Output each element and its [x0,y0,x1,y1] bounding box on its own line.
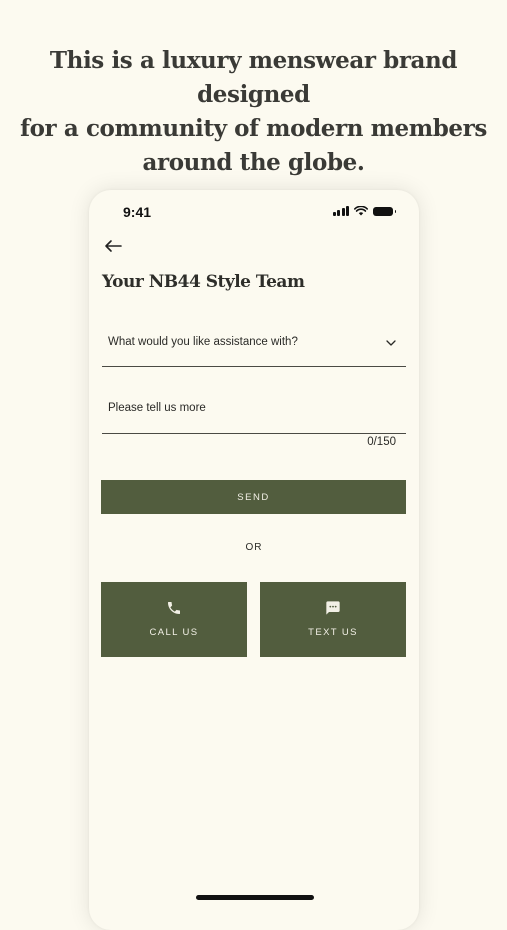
page-title: Your NB44 Style Team [102,272,305,292]
headline-line-1: This is a luxury menswear brand designed [49,47,458,108]
message-input[interactable] [102,390,406,432]
marketing-headline: This is a luxury menswear brand designed… [0,44,507,180]
headline-line-3: around the globe. [142,149,365,176]
call-us-label: CALL US [149,627,199,638]
headline-line-2: for a community of modern members [20,115,487,142]
send-button-label: SEND [237,491,270,503]
message-field[interactable] [102,390,406,434]
chat-icon [326,601,340,615]
signal-icon [332,206,349,216]
character-counter: 0/150 [367,436,396,448]
assistance-select-placeholder: What would you like assistance with? [108,336,298,348]
status-time: 9:41 [123,204,152,220]
battery-icon [373,206,396,216]
chevron-down-icon [386,340,396,346]
call-us-button[interactable]: CALL US [101,582,247,657]
text-us-label: TEXT US [308,627,358,638]
phone-icon [168,602,180,614]
wifi-icon [354,206,368,216]
send-button[interactable]: SEND [101,480,406,514]
status-icons [332,206,396,216]
or-divider: OR [245,542,263,553]
status-bar: 9:41 [89,190,419,234]
assistance-select[interactable]: What would you like assistance with? [102,322,406,367]
back-arrow-icon[interactable] [101,234,125,258]
phone-frame: 9:41 Your NB44 Style Team What would you… [89,190,419,930]
text-us-button[interactable]: TEXT US [260,582,406,657]
home-indicator[interactable] [196,895,314,900]
